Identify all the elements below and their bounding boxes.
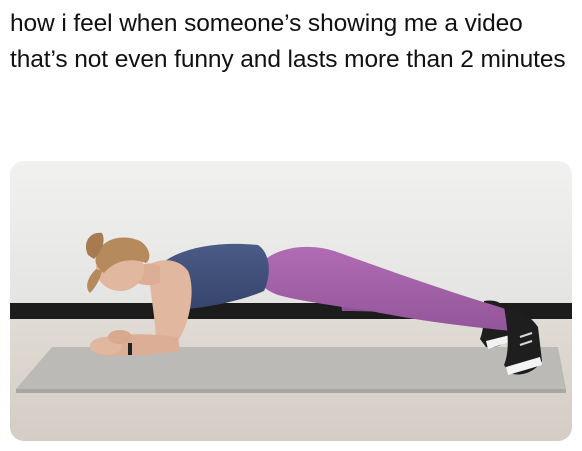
meme-photo xyxy=(10,161,572,441)
person-plank-photo-icon xyxy=(10,161,572,441)
post-caption: how i feel when someone’s showing me a v… xyxy=(10,10,566,73)
